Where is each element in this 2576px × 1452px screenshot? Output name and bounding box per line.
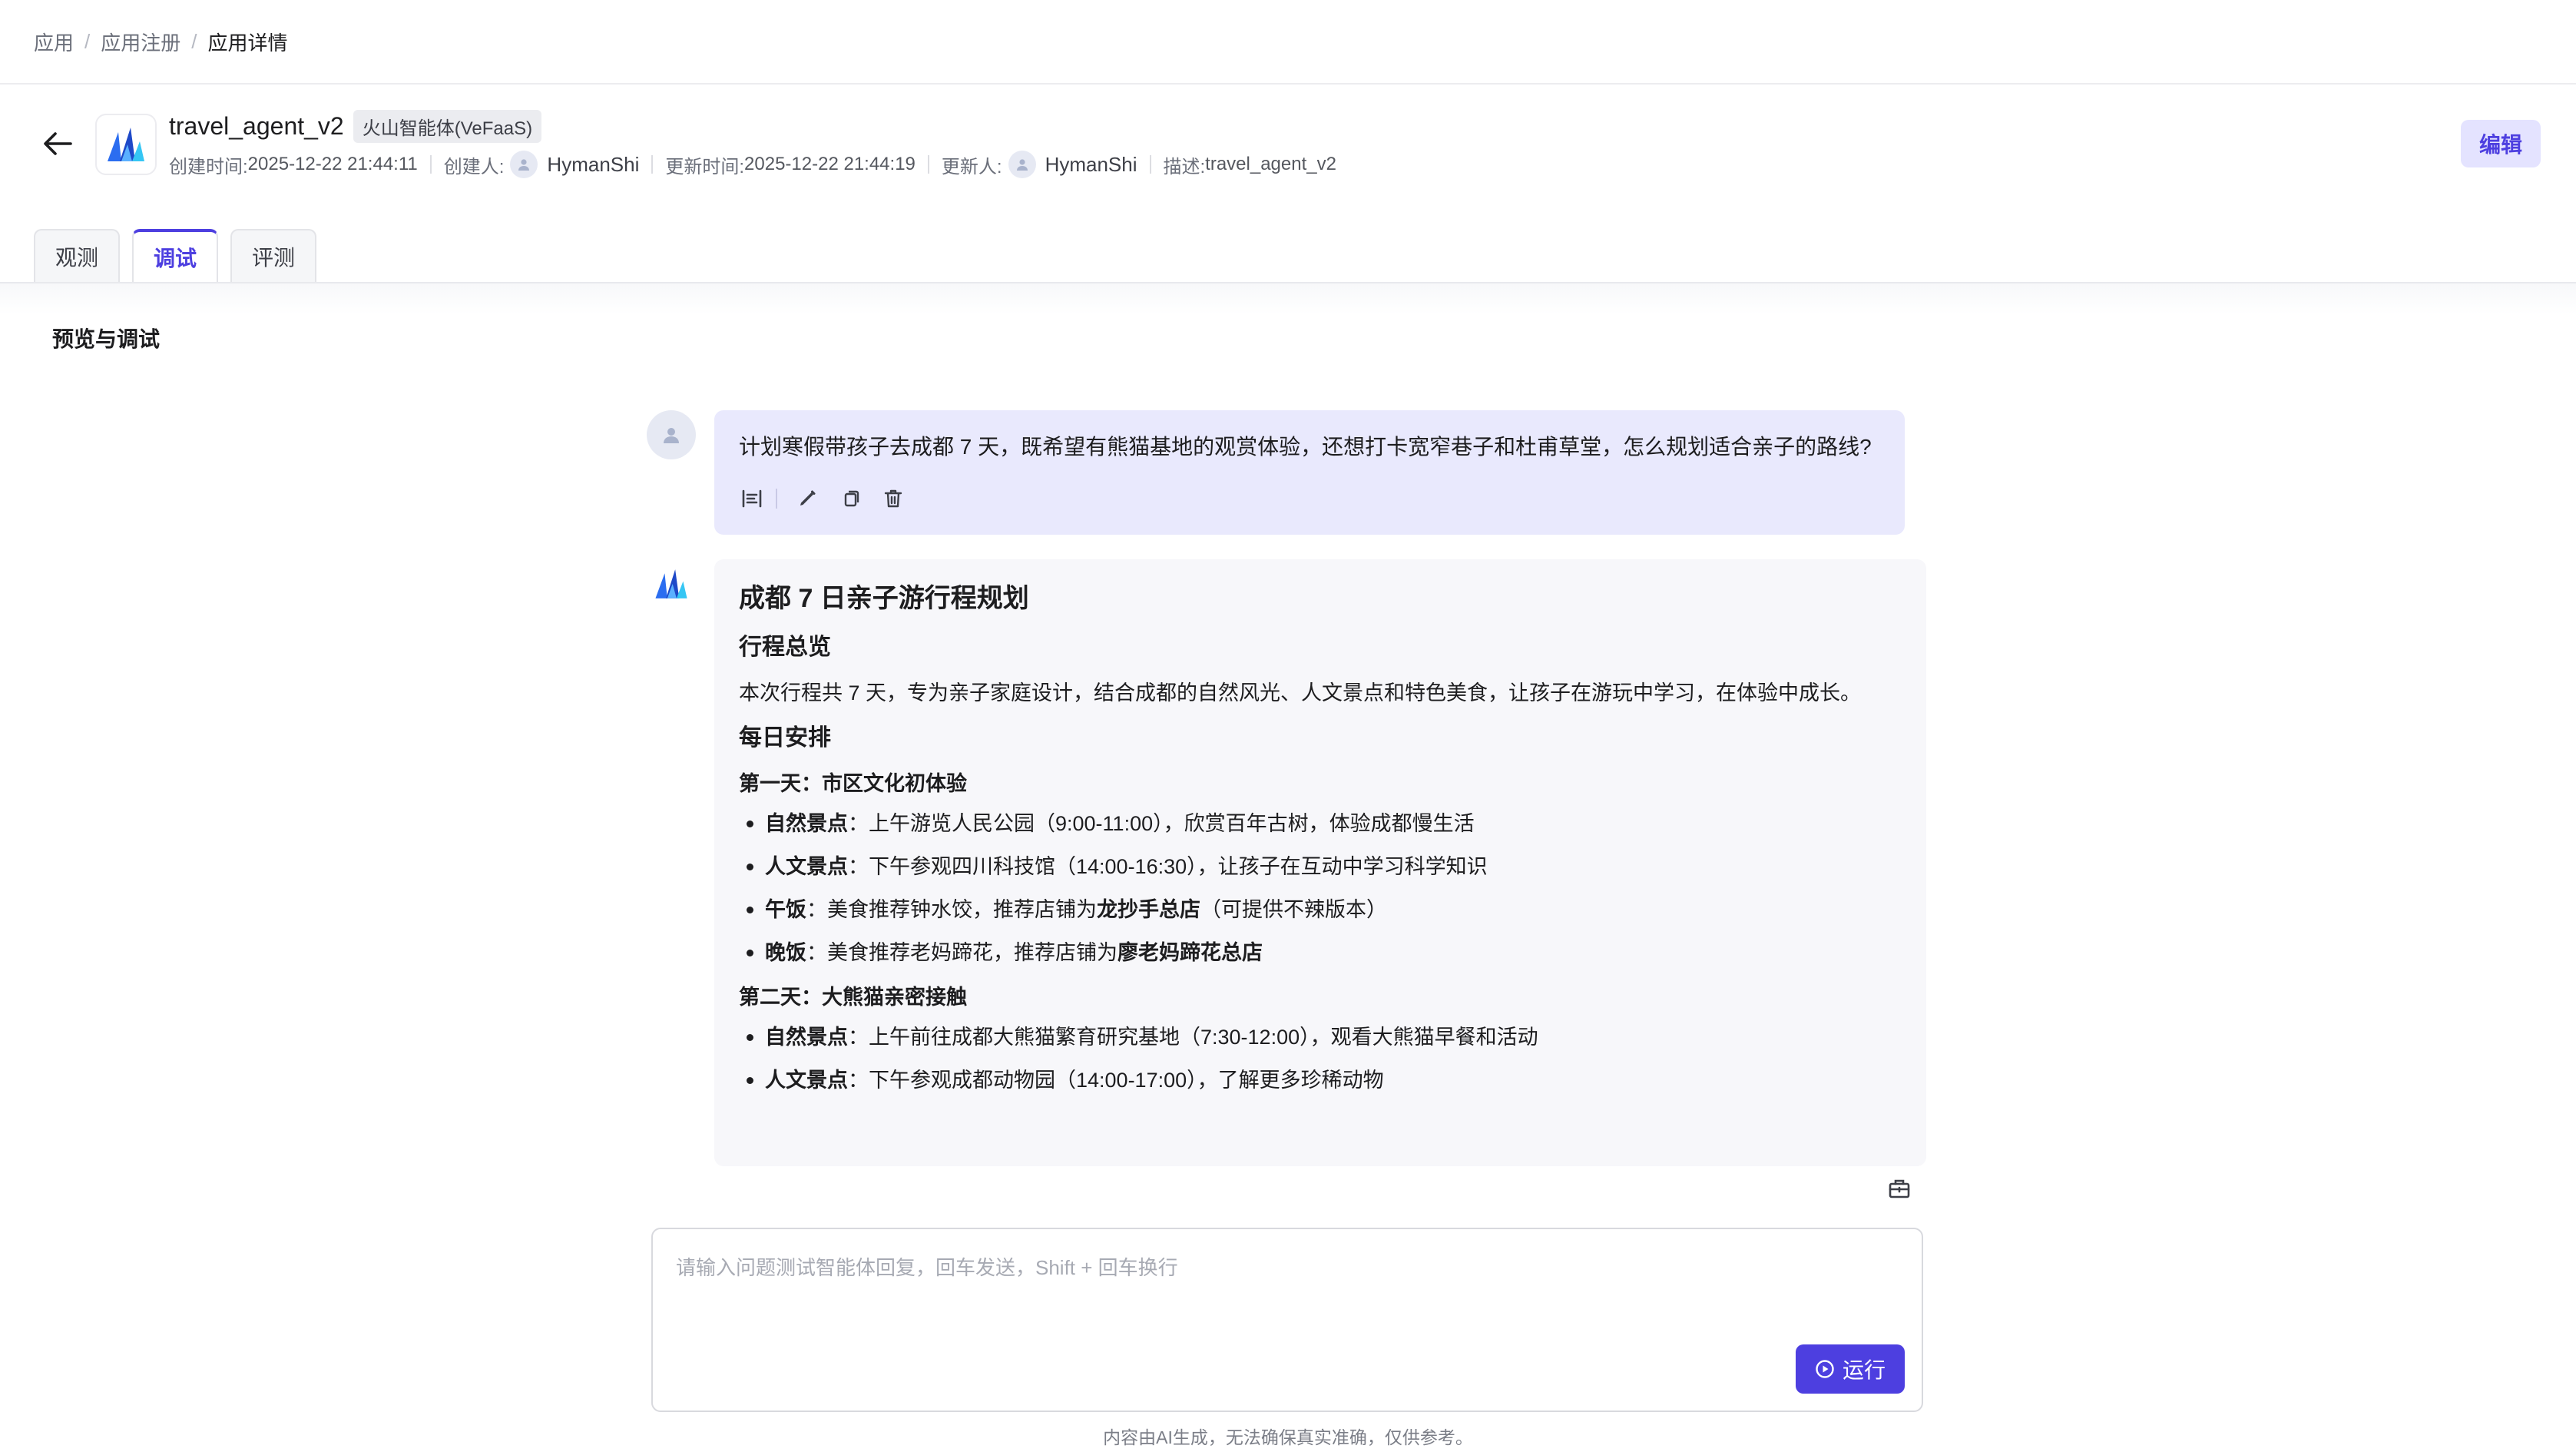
message-composer: 运行 (651, 1228, 1923, 1412)
creator-name: HymanShi (547, 152, 640, 176)
description-value: travel_agent_v2 (1205, 154, 1336, 174)
updater-name: HymanShi (1045, 152, 1137, 176)
breadcrumb-separator: / (84, 29, 91, 53)
app-logo (95, 114, 157, 175)
breadcrumb-separator: / (191, 29, 197, 53)
created-time-value: 2025-12-22 21:44:11 (247, 154, 418, 174)
app-title-row: travel_agent_v2 火山智能体(VeFaaS) (169, 109, 542, 143)
day2-list: 自然景点：上午前往成都大熊猫繁育研究基地（7:30-12:00），观看大熊猫早餐… (739, 1022, 1902, 1096)
list-item: 午饭：美食推荐钟水饺，推荐店铺为龙抄手总店（可提供不辣版本） (739, 894, 1902, 925)
tab-observe[interactable]: 观测 (34, 229, 121, 283)
breadcrumb-current: 应用详情 (207, 31, 288, 55)
day1-title: 第一天：市区文化初体验 (739, 772, 967, 795)
list-item: 人文景点：下午参观四川科技馆（14:00-16:30），让孩子在互动中学习科学知… (739, 851, 1902, 882)
align-icon[interactable] (739, 486, 765, 512)
meta-divider (429, 155, 432, 174)
actions-divider (776, 489, 777, 509)
pencil-icon[interactable] (794, 486, 820, 512)
user-avatar-icon (1008, 151, 1036, 178)
toolbox-icon[interactable] (1886, 1175, 1912, 1202)
meta-divider (651, 155, 654, 174)
updated-time-label: 更新时间: (665, 156, 745, 177)
meta-divider (927, 155, 929, 174)
trash-icon[interactable] (880, 486, 906, 512)
list-item: 晚饭：美食推荐老妈蹄花，推荐店铺为廖老妈蹄花总店 (739, 937, 1902, 968)
user-avatar-icon (647, 410, 696, 459)
meta-divider (1149, 155, 1151, 174)
run-button-label: 运行 (1842, 1358, 1886, 1382)
play-circle-icon (1816, 1360, 1834, 1378)
daily-heading: 每日安排 (739, 725, 831, 751)
created-time-label: 创建时间: (169, 156, 248, 177)
tab-evaluate[interactable]: 评测 (230, 229, 317, 283)
app-name: travel_agent_v2 (169, 111, 344, 140)
ai-disclaimer: 内容由AI生成，无法确保真实准确，仅供参考。 (1103, 1427, 1473, 1447)
updated-time-value: 2025-12-22 21:44:19 (744, 154, 916, 174)
user-message-bubble: 计划寒假带孩子去成都 7 天，既希望有熊猫基地的观赏体验，还想打卡宽窄巷子和杜甫… (714, 410, 1905, 535)
creator-label: 创建人: (443, 156, 505, 177)
app-type-badge: 火山智能体(VeFaaS) (353, 109, 542, 143)
user-avatar-icon (510, 151, 538, 178)
tab-bar: 观测 调试 评测 (34, 229, 317, 283)
app-meta: 创建时间: 2025-12-22 21:44:11 创建人: HymanShi … (169, 149, 1336, 180)
user-message-text: 计划寒假带孩子去成都 7 天，既希望有熊猫基地的观赏体验，还想打卡宽窄巷子和杜甫… (739, 435, 1872, 459)
updater-label: 更新人: (941, 156, 1002, 177)
day2-title: 第二天：大熊猫亲密接触 (739, 986, 967, 1009)
arrow-left-icon[interactable] (40, 126, 75, 161)
message-actions (739, 486, 923, 512)
copy-icon[interactable] (837, 486, 863, 512)
answer-title: 成都 7 日亲子游行程规划 (739, 584, 1029, 613)
description-label: 描述: (1163, 156, 1206, 177)
breadcrumb-item-app[interactable]: 应用 (34, 28, 74, 56)
assistant-message-bubble: 成都 7 日亲子游行程规划 行程总览 本次行程共 7 天，专为亲子家庭设计，结合… (714, 559, 1926, 1166)
breadcrumb-item-registry[interactable]: 应用注册 (101, 28, 180, 56)
list-item: 人文景点：下午参观成都动物园（14:00-17:00），了解更多珍稀动物 (739, 1065, 1902, 1096)
list-item: 自然景点：上午前往成都大熊猫繁育研究基地（7:30-12:00），观看大熊猫早餐… (739, 1022, 1902, 1053)
breadcrumb: 应用 / 应用注册 / 应用详情 (34, 26, 288, 57)
run-button[interactable]: 运行 (1796, 1344, 1905, 1394)
content-top-shade (0, 283, 2576, 314)
tab-debug[interactable]: 调试 (132, 229, 219, 283)
message-input[interactable] (676, 1252, 1897, 1344)
overview-text: 本次行程共 7 天，专为亲子家庭设计，结合成都的自然风光、人文景点和特色美食，让… (739, 681, 1862, 704)
list-item: 自然景点：上午游览人民公园（9:00-11:00），欣赏百年古树，体验成都慢生活 (739, 808, 1902, 839)
section-title: 预览与调试 (52, 327, 161, 351)
volcano-logo-icon (108, 128, 144, 161)
header-divider (0, 83, 2576, 85)
day1-list: 自然景点：上午游览人民公园（9:00-11:00），欣赏百年古树，体验成都慢生活… (739, 808, 1902, 968)
edit-button[interactable]: 编辑 (2461, 120, 2541, 167)
volcano-logo-icon (653, 565, 690, 602)
overview-heading: 行程总览 (739, 635, 831, 660)
